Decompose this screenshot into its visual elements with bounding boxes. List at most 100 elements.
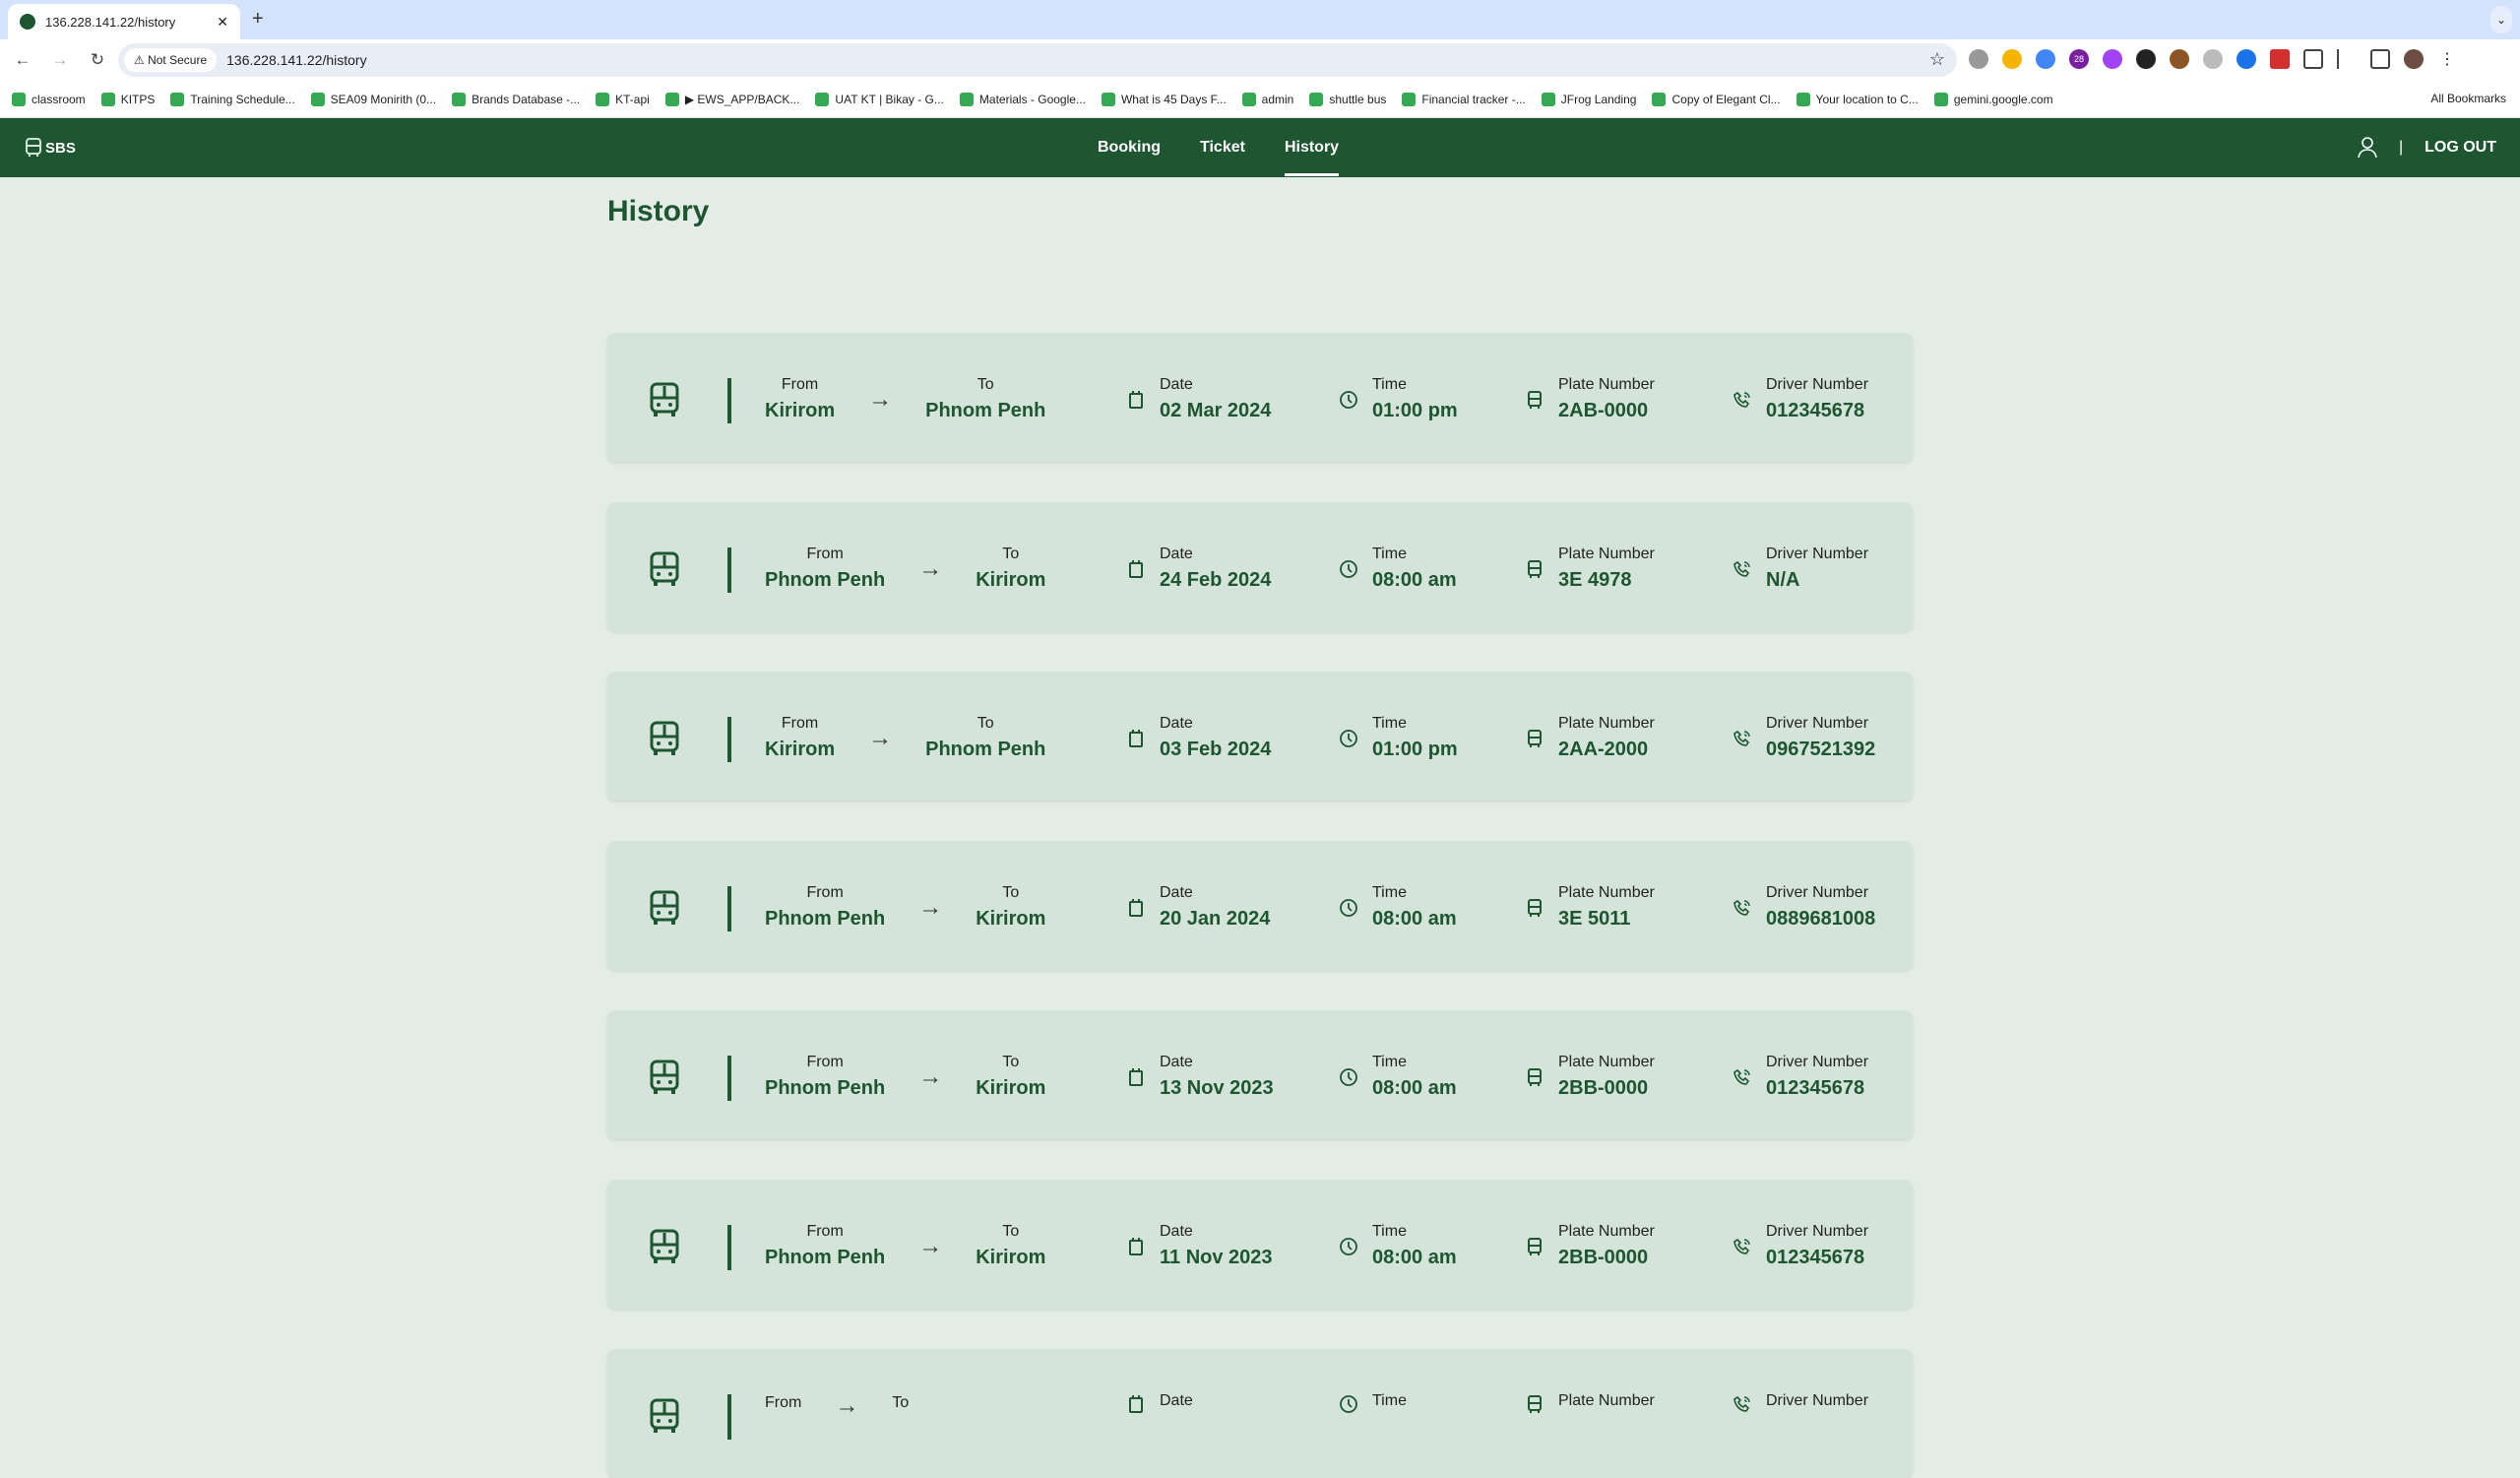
bookmark-item[interactable]: Training Schedule... bbox=[170, 92, 295, 106]
tab-search-chevron-icon[interactable]: ⌄ bbox=[2490, 6, 2512, 33]
trip-card[interactable]: From Kirirom → To Phnom Penh Date 02 Mar 20… bbox=[607, 333, 1913, 462]
bus-logo-icon bbox=[26, 138, 41, 157]
bookmark-item[interactable]: Brands Database -... bbox=[452, 92, 580, 106]
new-tab-icon[interactable]: + bbox=[252, 8, 264, 31]
bookmark-item[interactable]: admin bbox=[1241, 92, 1293, 106]
address-bar[interactable]: ⚠ Not Secure 136.228.141.22/history ☆ bbox=[118, 43, 1957, 77]
trip-card[interactable]: From Phnom Penh → To Kirirom Date 24 Feb 20… bbox=[607, 502, 1913, 631]
driver-label: Driver Number bbox=[1766, 1392, 1869, 1409]
bookmark-favicon-icon bbox=[664, 92, 679, 106]
bookmark-label: ▶ EWS_APP/BACK... bbox=[684, 92, 800, 106]
time-label: Time bbox=[1372, 1392, 1407, 1409]
bus-small-icon bbox=[1528, 1237, 1542, 1255]
bookmark-favicon-icon bbox=[12, 92, 26, 106]
from-value: Kirirom bbox=[765, 739, 836, 760]
bookmark-item[interactable]: KT-api bbox=[596, 92, 650, 106]
bookmark-item[interactable]: Financial tracker -... bbox=[1402, 92, 1526, 106]
nav-ticket[interactable]: Ticket bbox=[1200, 139, 1245, 157]
extension-icon[interactable] bbox=[2270, 49, 2290, 69]
date-label: Date bbox=[1160, 884, 1193, 901]
bookmark-item[interactable]: classroom bbox=[12, 92, 86, 106]
side-panel-icon[interactable] bbox=[2370, 49, 2390, 69]
bookmark-item[interactable]: gemini.google.com bbox=[1933, 92, 2053, 106]
driver-field: Driver Number 012345678 bbox=[1732, 1223, 1868, 1269]
date-label: Date bbox=[1160, 1054, 1193, 1070]
plate-field: Plate Number 3E 5011 bbox=[1525, 884, 1655, 931]
extension-icon[interactable] bbox=[1969, 49, 1988, 69]
route: From Phnom Penh → To Kirirom bbox=[765, 884, 1045, 931]
browser-tab-strip: 136.228.141.22/history ✕ + ⌄ bbox=[0, 0, 2520, 39]
nav-history[interactable]: History bbox=[1284, 139, 1340, 176]
bookmark-item[interactable]: What is 45 Days F... bbox=[1101, 92, 1227, 106]
bookmark-item[interactable]: SEA09 Monirith (0... bbox=[310, 92, 436, 106]
browser-menu-icon[interactable]: ⋮ bbox=[2437, 49, 2457, 69]
media-control-icon[interactable] bbox=[2337, 49, 2357, 69]
extension-icon[interactable] bbox=[2002, 49, 2022, 69]
bookmark-item[interactable]: Copy of Elegant Cl... bbox=[1652, 92, 1781, 106]
trip-card[interactable]: From Phnom Penh → To Kirirom Date 20 Jan 20… bbox=[607, 841, 1913, 970]
to-label: To bbox=[976, 376, 994, 393]
bookmark-label: classroom bbox=[32, 92, 86, 106]
not-secure-badge[interactable]: ⚠ Not Secure bbox=[124, 48, 218, 72]
plate-field: Plate Number 2BB-0000 bbox=[1525, 1054, 1655, 1100]
arrow-right-icon: → bbox=[868, 385, 893, 413]
driver-field: Driver Number 012345678 bbox=[1732, 376, 1868, 422]
driver-value: N/A bbox=[1766, 569, 1800, 591]
plate-label: Plate Number bbox=[1558, 546, 1655, 562]
card-divider bbox=[727, 1056, 731, 1101]
extensions-puzzle-icon[interactable] bbox=[2303, 49, 2323, 69]
translate-extension-icon[interactable] bbox=[2036, 49, 2055, 69]
bookmark-star-icon[interactable]: ☆ bbox=[1929, 49, 1945, 70]
extension-icon[interactable] bbox=[2236, 49, 2256, 69]
date-value: 11 Nov 2023 bbox=[1160, 1247, 1273, 1268]
to-label: To bbox=[976, 715, 994, 732]
bus-icon bbox=[650, 1060, 679, 1094]
reload-icon[interactable]: ↻ bbox=[83, 50, 112, 70]
sbs-logo[interactable]: SBS bbox=[26, 138, 76, 158]
extension-icon[interactable] bbox=[2103, 49, 2122, 69]
from-field: From Kirirom bbox=[765, 715, 835, 761]
route: From Kirirom → To Phnom Penh bbox=[765, 715, 1045, 761]
driver-label: Driver Number bbox=[1766, 376, 1869, 393]
plate-value: 2AA-2000 bbox=[1558, 739, 1649, 760]
trip-card[interactable]: From Kirirom → To Phnom Penh Date 03 Feb 20… bbox=[607, 672, 1913, 801]
bookmark-item[interactable]: JFrog Landing bbox=[1541, 92, 1636, 106]
trip-card[interactable]: From → To Date Time Plate Number Driver … bbox=[607, 1349, 1913, 1478]
bookmark-label: gemini.google.com bbox=[1953, 92, 2053, 106]
plate-label: Plate Number bbox=[1558, 715, 1655, 732]
url-text[interactable]: 136.228.141.22/history bbox=[226, 52, 366, 68]
extension-badge-icon[interactable]: 28 bbox=[2069, 49, 2089, 69]
bookmark-item[interactable]: Your location to C... bbox=[1796, 92, 1919, 106]
from-value: Phnom Penh bbox=[765, 908, 886, 930]
time-value: 08:00 am bbox=[1372, 1247, 1457, 1268]
browser-tab[interactable]: 136.228.141.22/history ✕ bbox=[8, 4, 240, 39]
user-icon[interactable] bbox=[2358, 137, 2377, 159]
profile-avatar-icon[interactable] bbox=[2404, 49, 2424, 69]
bookmark-item[interactable]: Materials - Google... bbox=[959, 92, 1086, 106]
to-field: To Kirirom bbox=[976, 1054, 1045, 1100]
plate-value: 2BB-0000 bbox=[1558, 1247, 1649, 1268]
trip-card[interactable]: From Phnom Penh → To Kirirom Date 11 Nov 20… bbox=[607, 1180, 1913, 1309]
plate-label: Plate Number bbox=[1558, 1392, 1655, 1409]
cookie-extension-icon[interactable] bbox=[2170, 49, 2189, 69]
driver-value: 012345678 bbox=[1766, 1247, 1865, 1268]
bookmark-item[interactable]: shuttle bus bbox=[1309, 92, 1386, 106]
bookmark-label: Materials - Google... bbox=[978, 92, 1086, 106]
extension-icon[interactable] bbox=[2203, 49, 2223, 69]
nav-booking[interactable]: Booking bbox=[1098, 139, 1161, 157]
close-tab-icon[interactable]: ✕ bbox=[217, 14, 228, 31]
date-field: Date 20 Jan 2024 bbox=[1126, 884, 1270, 931]
forward-icon[interactable]: → bbox=[45, 50, 75, 70]
date-field: Date bbox=[1126, 1392, 1193, 1416]
logout-button[interactable]: LOG OUT bbox=[2425, 139, 2496, 157]
bookmark-item[interactable]: ▶ EWS_APP/BACK... bbox=[664, 92, 800, 106]
trip-card[interactable]: From Phnom Penh → To Kirirom Date 13 Nov 20… bbox=[607, 1010, 1913, 1139]
bookmark-item[interactable]: KITPS bbox=[100, 92, 155, 106]
back-icon[interactable]: ← bbox=[8, 50, 37, 70]
all-bookmarks-button[interactable]: All Bookmarks bbox=[2430, 92, 2506, 105]
date-field: Date 24 Feb 2024 bbox=[1126, 546, 1271, 592]
tab-title: 136.228.141.22/history bbox=[45, 14, 176, 30]
bookmark-item[interactable]: UAT KT | Bikay - G... bbox=[815, 92, 944, 106]
driver-label: Driver Number bbox=[1766, 546, 1869, 562]
eyedropper-extension-icon[interactable] bbox=[2136, 49, 2156, 69]
